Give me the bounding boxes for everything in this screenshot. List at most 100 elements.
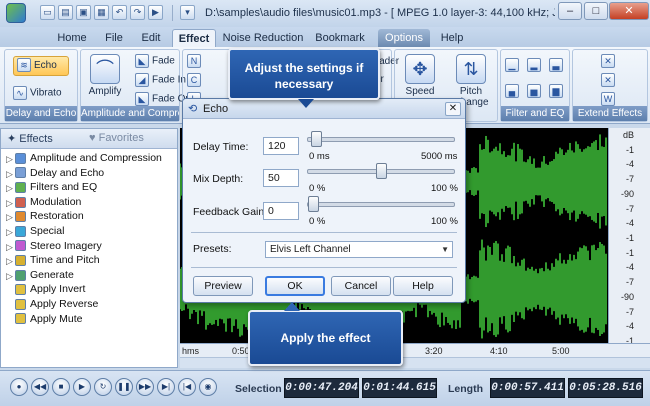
go-to-end-icon[interactable]: ▶| — [157, 378, 175, 396]
mix-min-label: 0 % — [309, 183, 326, 194]
eq-button-6[interactable]: ▆ — [549, 84, 566, 98]
ok-button[interactable]: OK — [265, 276, 325, 296]
fade-button[interactable]: ◣ Fade — [135, 54, 175, 68]
tab-effect[interactable]: Effect — [172, 29, 216, 47]
selection-start-time[interactable]: 0:00:47.204 — [284, 378, 359, 398]
tree-item[interactable]: Apply Reverse — [15, 297, 98, 312]
eq-button-5[interactable]: ▅ — [527, 84, 544, 98]
expand-icon[interactable]: ▷ — [6, 210, 13, 225]
new-icon[interactable]: ▭ — [40, 5, 55, 20]
delay-time-slider[interactable] — [307, 131, 455, 147]
record-icon[interactable]: ● — [10, 378, 28, 396]
dialog-title-bar[interactable]: ⟲ Echo ✕ — [183, 99, 465, 119]
open-icon[interactable]: ▤ — [58, 5, 73, 20]
tab-bookmark[interactable]: Bookmark — [312, 29, 368, 47]
db-scale-label: -1 — [625, 144, 634, 155]
tab-file[interactable]: File — [98, 29, 130, 47]
tab-options[interactable]: Options — [378, 29, 430, 47]
expand-icon[interactable]: ▷ — [6, 152, 13, 167]
compressor-button[interactable]: C — [187, 73, 204, 87]
expand-icon[interactable]: ▷ — [6, 254, 13, 269]
feedback-gain-slider-thumb[interactable] — [308, 196, 319, 212]
app-logo-icon[interactable] — [6, 3, 26, 23]
tree-item[interactable]: ▷ Generate — [6, 268, 74, 283]
expand-icon[interactable]: ▷ — [6, 196, 13, 211]
echo-dialog-icon: ⟲ — [188, 103, 198, 115]
tab-noise-reduction[interactable]: Noise Reduction — [222, 29, 304, 47]
preview-button[interactable]: Preview — [193, 276, 253, 296]
expand-icon[interactable]: ▷ — [6, 240, 13, 255]
tab-help[interactable]: Help — [436, 29, 468, 47]
feedback-gain-slider[interactable] — [307, 196, 455, 212]
eq-button-2[interactable]: ▂ — [527, 58, 544, 72]
play-loop-icon[interactable]: ↻ — [94, 378, 112, 396]
mix-depth-label: Mix Depth: — [193, 173, 244, 185]
length-start-time[interactable]: 0:00:57.411 — [490, 378, 565, 398]
speed-button[interactable]: ✥ Speed — [399, 54, 441, 97]
undo-icon[interactable]: ↶ — [112, 5, 127, 20]
presets-select[interactable]: Elvis Left Channel ▼ — [265, 241, 453, 258]
minimize-button[interactable]: – — [558, 2, 582, 20]
db-scale-label: -1 — [625, 247, 634, 258]
tree-item[interactable]: ▷ Stereo Imagery — [6, 239, 102, 254]
expand-icon[interactable]: ▷ — [6, 225, 13, 240]
close-button[interactable]: ✕ — [609, 2, 649, 20]
expand-icon[interactable]: ▷ — [6, 167, 13, 182]
tree-item[interactable]: ▷ Modulation — [6, 195, 81, 210]
tab-edit[interactable]: Edit — [136, 29, 166, 47]
delay-time-input[interactable]: 120 — [263, 137, 299, 155]
tab-effects[interactable]: ✦ Effects — [7, 132, 53, 145]
effect-category-icon — [15, 313, 26, 325]
tab-favorites[interactable]: ♥ Favorites — [89, 132, 144, 144]
delay-time-slider-thumb[interactable] — [311, 131, 323, 147]
play-quick-icon[interactable]: ▶ — [148, 5, 163, 20]
winamp-effects-button[interactable]: W — [601, 92, 618, 106]
tree-item[interactable]: ▷ Filters and EQ — [6, 180, 97, 195]
tree-item[interactable]: Apply Invert — [15, 282, 85, 297]
mix-depth-slider-thumb[interactable] — [376, 163, 387, 179]
feedback-gain-input[interactable]: 0 — [263, 202, 299, 220]
eq-button-3[interactable]: ▃ — [549, 58, 566, 72]
go-to-start-icon[interactable]: |◀ — [178, 378, 196, 396]
tree-item[interactable]: ▷ Amplitude and Compression — [6, 151, 162, 166]
echo-button[interactable]: ≋ Echo — [13, 56, 69, 76]
amplify-button[interactable]: ⌒ Amplify — [85, 54, 125, 97]
tab-home[interactable]: Home — [52, 29, 92, 47]
ribbon-tab-bar: Home File Edit Effect Noise Reduction Bo… — [0, 27, 650, 47]
save-icon[interactable]: ▣ — [76, 5, 91, 20]
tree-item[interactable]: ▷ Delay and Echo — [6, 166, 104, 181]
length-end-time[interactable]: 0:05:28.516 — [568, 378, 643, 398]
notch-icon: ▅ — [527, 84, 541, 98]
selection-end-time[interactable]: 0:01:44.615 — [362, 378, 437, 398]
tree-item[interactable]: ▷ Time and Pitch — [6, 253, 100, 268]
cancel-button[interactable]: Cancel — [331, 276, 391, 296]
eq-button-1[interactable]: ▁ — [505, 58, 522, 72]
play-icon[interactable]: ▶ — [73, 378, 91, 396]
tree-item[interactable]: ▷ Special — [6, 224, 64, 239]
save-all-icon[interactable]: ▦ — [94, 5, 109, 20]
mix-max-label: 100 % — [431, 183, 458, 194]
normalize-button[interactable]: N — [187, 54, 204, 68]
help-button[interactable]: Help — [393, 276, 453, 296]
record-settings-icon[interactable]: ◉ — [199, 378, 217, 396]
pause-icon[interactable]: ❚❚ — [115, 378, 133, 396]
customize-dropdown-icon[interactable]: ▾ — [180, 5, 195, 20]
vst-effects-button[interactable]: ✕ — [601, 73, 618, 87]
vibrato-button[interactable]: ∿ Vibrato — [13, 86, 62, 100]
dx-effects-button[interactable]: ✕ — [601, 54, 618, 68]
mix-depth-input[interactable]: 50 — [263, 169, 299, 187]
stop-icon[interactable]: ■ — [52, 378, 70, 396]
rewind-icon[interactable]: ◀◀ — [31, 378, 49, 396]
fade-in-button[interactable]: ◢ Fade In — [135, 73, 186, 87]
expand-icon[interactable]: ▷ — [6, 269, 13, 284]
group-label: Extend Effects — [573, 106, 647, 121]
maximize-button[interactable]: □ — [584, 2, 608, 20]
forward-icon[interactable]: ▶▶ — [136, 378, 154, 396]
dialog-close-button[interactable]: ✕ — [445, 102, 461, 116]
expand-icon[interactable]: ▷ — [6, 181, 13, 196]
tree-item[interactable]: ▷ Restoration — [6, 209, 84, 224]
eq-button-4[interactable]: ▄ — [505, 84, 522, 98]
redo-icon[interactable]: ↷ — [130, 5, 145, 20]
mix-depth-slider[interactable] — [307, 163, 455, 179]
tree-item[interactable]: Apply Mute — [15, 312, 83, 327]
